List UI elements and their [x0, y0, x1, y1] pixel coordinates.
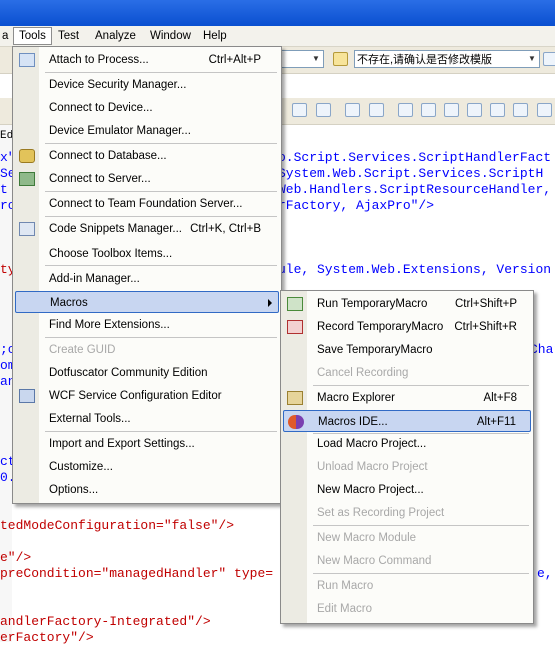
uncomment-icon[interactable]: [369, 103, 384, 117]
code-line: ule, System.Web.Extensions, Version: [278, 262, 552, 277]
attach-process-icon: [19, 53, 35, 67]
menu-item-macros[interactable]: Macros: [15, 291, 279, 313]
menu-bar: a Tools Test Analyze Window Help: [0, 26, 555, 47]
menu-item-run-temporary-macro[interactable]: Run TemporaryMacro Ctrl+Shift+P: [283, 293, 531, 315]
menu-item-connect-to-database[interactable]: Connect to Database...: [15, 145, 279, 167]
record-macro-icon: [287, 320, 303, 334]
menu-separator: [313, 385, 529, 386]
macros-submenu: Run TemporaryMacro Ctrl+Shift+P Record T…: [280, 290, 534, 624]
run-macro-icon: [287, 297, 303, 311]
menu-window[interactable]: Window: [145, 28, 196, 44]
prev-bookmark-icon[interactable]: [421, 103, 436, 117]
code-line: preCondition="managedHandler" type=: [0, 566, 274, 581]
menu-item-load-macro-project[interactable]: Load Macro Project...: [283, 433, 531, 455]
menu-test[interactable]: Test: [53, 28, 84, 44]
menu-item-find-more-extensions[interactable]: Find More Extensions...: [15, 314, 279, 336]
menu-separator: [45, 143, 277, 144]
clear-bookmarks-icon[interactable]: [513, 103, 528, 117]
prev-bookmark-folder-icon[interactable]: [467, 103, 482, 117]
menu-item-add-in-manager[interactable]: Add-in Manager...: [15, 268, 279, 290]
code-line: erFactory"/>: [0, 630, 94, 645]
menu-item-code-snippets-manager[interactable]: Code Snippets Manager... Ctrl+K, Ctrl+B: [15, 218, 279, 240]
menu-item-record-temporary-macro[interactable]: Record TemporaryMacro Ctrl+Shift+R: [283, 316, 531, 338]
menu-item-customize[interactable]: Customize...: [15, 456, 279, 478]
code-line: tedModeConfiguration="false"/>: [0, 518, 235, 533]
menu-separator: [45, 216, 277, 217]
menu-file-fragment[interactable]: a: [0, 28, 13, 44]
menu-item-connect-to-server[interactable]: Connect to Server...: [15, 168, 279, 190]
find-combo[interactable]: 不存在,请确认是否修改模版 ▼: [354, 50, 540, 68]
code-line: andlerFactory-Integrated"/>: [0, 614, 211, 629]
menu-separator: [45, 265, 277, 266]
chevron-down-icon[interactable]: ▼: [525, 51, 539, 67]
menu-item-create-guid: Create GUID: [49, 344, 116, 356]
code-line: o.Script.Services.ScriptHandlerFact: [278, 150, 552, 165]
find-combo-text: 不存在,请确认是否修改模版: [357, 54, 493, 66]
connect-server-icon: [19, 172, 35, 186]
find-in-files-icon[interactable]: [333, 52, 348, 66]
menu-item-save-temporary-macro[interactable]: Save TemporaryMacro: [283, 339, 531, 361]
comment-out-icon[interactable]: [345, 103, 360, 117]
menu-separator: [313, 525, 529, 526]
decrease-indent-icon[interactable]: [292, 103, 307, 117]
code-line: System.Web.Script.Services.ScriptH: [278, 166, 544, 181]
menu-item-unload-macro-project: Unload Macro Project: [317, 461, 428, 473]
chevron-down-icon[interactable]: ▼: [309, 51, 323, 67]
menu-item-connect-to-tfs[interactable]: Connect to Team Foundation Server...: [15, 193, 279, 215]
menu-item-dotfuscator[interactable]: Dotfuscator Community Edition: [15, 362, 279, 384]
next-bookmark-icon[interactable]: [444, 103, 459, 117]
menu-item-macros-ide[interactable]: Macros IDE... Alt+F11: [283, 410, 531, 432]
toolbar-more-icon[interactable]: [537, 103, 552, 117]
menu-item-attach-to-process[interactable]: Attach to Process... Ctrl+Alt+P: [15, 49, 279, 71]
menu-item-new-macro-command: New Macro Command: [317, 555, 432, 567]
code-line: e,: [537, 566, 553, 581]
menu-separator: [45, 191, 277, 192]
menu-item-device-emulator-manager[interactable]: Device Emulator Manager...: [15, 120, 279, 142]
menu-item-connect-to-device[interactable]: Connect to Device...: [15, 97, 279, 119]
tools-menu: Attach to Process... Ctrl+Alt+P Device S…: [12, 46, 282, 504]
menu-separator: [45, 72, 277, 73]
macros-ide-icon: [288, 415, 304, 429]
macro-explorer-icon: [287, 391, 303, 405]
increase-indent-icon[interactable]: [316, 103, 331, 117]
code-line: Web.Handlers.ScriptResourceHandler,: [278, 182, 552, 197]
menu-item-new-macro-module: New Macro Module: [317, 532, 417, 544]
toolbar-dropdown[interactable]: ▼: [280, 50, 324, 68]
window-title-bar: [0, 0, 555, 26]
menu-separator: [313, 573, 529, 574]
menu-item-macro-explorer[interactable]: Macro Explorer Alt+F8: [283, 387, 531, 409]
submenu-arrow-icon: [268, 299, 272, 307]
menu-help[interactable]: Help: [198, 28, 232, 44]
code-line: rFactory, AjaxPro"/>: [278, 198, 435, 213]
menu-item-options[interactable]: Options...: [15, 479, 279, 501]
toolbar-overflow-icon[interactable]: [543, 52, 555, 66]
menu-item-cancel-recording: Cancel Recording: [317, 367, 409, 379]
next-bookmark-folder-icon[interactable]: [490, 103, 505, 117]
code-snippets-icon: [19, 222, 35, 236]
menu-item-set-as-recording-project: Set as Recording Project: [317, 507, 445, 519]
menu-item-device-security-manager[interactable]: Device Security Manager...: [15, 74, 279, 96]
wcf-config-icon: [19, 389, 35, 403]
menu-tools[interactable]: Tools: [13, 27, 52, 45]
menu-separator: [45, 431, 277, 432]
menu-item-wcf-service-config-editor[interactable]: WCF Service Configuration Editor: [15, 385, 279, 407]
menu-item-choose-toolbox-items[interactable]: Choose Toolbox Items...: [15, 243, 279, 265]
code-line: t: [0, 182, 8, 197]
menu-item-import-export-settings[interactable]: Import and Export Settings...: [15, 433, 279, 455]
menu-analyze[interactable]: Analyze: [90, 28, 141, 44]
menu-item-run-macro: Run Macro: [317, 580, 374, 592]
menu-separator: [45, 337, 277, 338]
code-line: e"/>: [0, 550, 32, 565]
toggle-bookmark-icon[interactable]: [398, 103, 413, 117]
connect-database-icon: [19, 149, 35, 163]
menu-item-external-tools[interactable]: External Tools...: [15, 408, 279, 430]
menu-item-edit-macro: Edit Macro: [317, 603, 372, 615]
menu-item-new-macro-project[interactable]: New Macro Project...: [283, 479, 531, 501]
